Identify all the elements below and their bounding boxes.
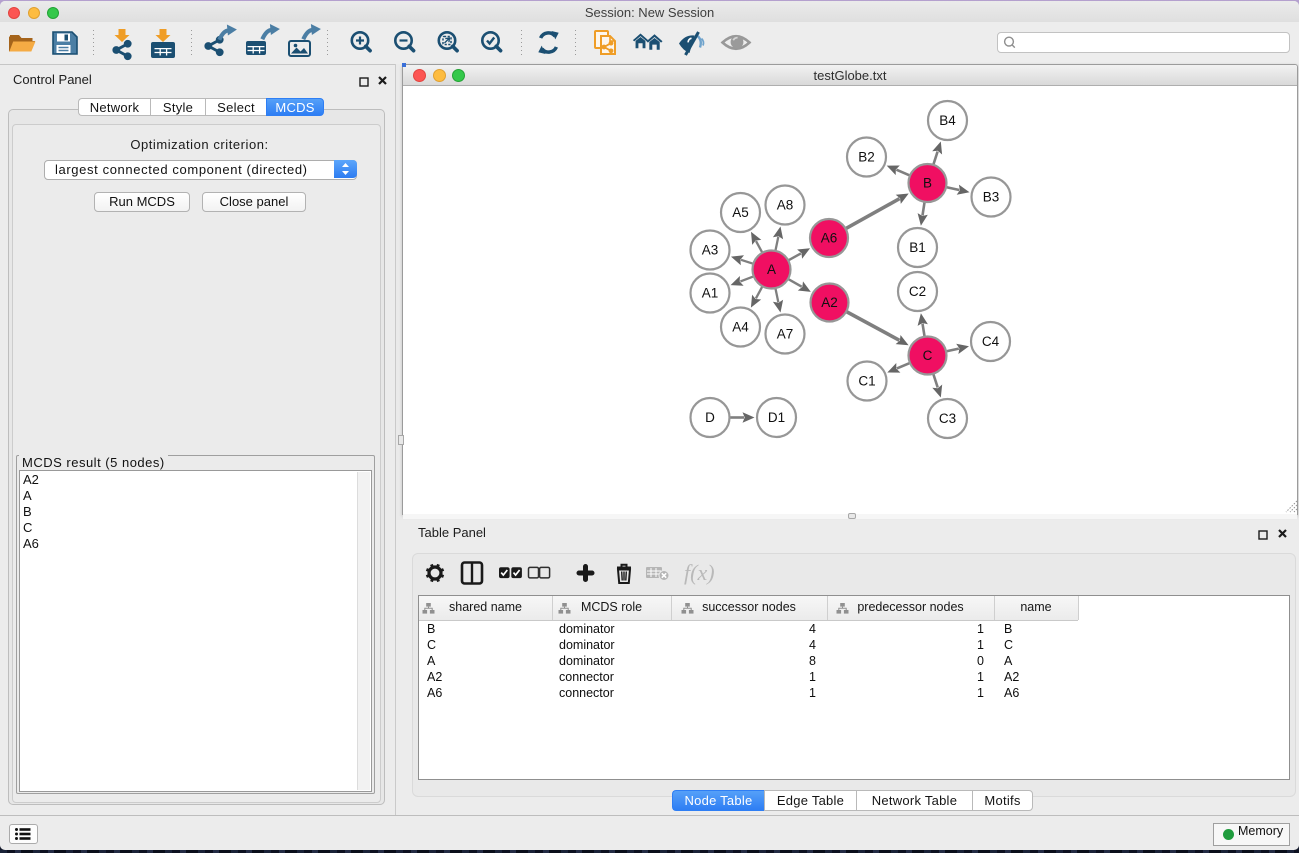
svg-text:A1: A1 — [702, 286, 719, 301]
svg-text:B4: B4 — [939, 113, 956, 128]
svg-text:D1: D1 — [768, 410, 785, 425]
svg-text:A6: A6 — [821, 231, 838, 246]
svg-text:A8: A8 — [777, 198, 794, 213]
svg-text:B3: B3 — [983, 190, 1000, 205]
svg-text:B: B — [923, 176, 932, 191]
svg-text:A2: A2 — [821, 295, 838, 310]
svg-text:B2: B2 — [858, 150, 875, 165]
svg-text:C2: C2 — [909, 284, 926, 299]
svg-text:D: D — [705, 410, 715, 425]
svg-text:A7: A7 — [777, 327, 794, 342]
svg-text:A5: A5 — [732, 205, 749, 220]
svg-text:C4: C4 — [982, 334, 1000, 349]
svg-text:A4: A4 — [732, 320, 749, 335]
svg-text:C: C — [923, 348, 933, 363]
svg-text:C3: C3 — [939, 411, 956, 426]
svg-text:A: A — [767, 262, 776, 277]
svg-text:C1: C1 — [858, 374, 875, 389]
svg-text:B1: B1 — [909, 240, 926, 255]
svg-text:A3: A3 — [702, 243, 719, 258]
svg-text:f(x): f(x) — [684, 560, 715, 585]
